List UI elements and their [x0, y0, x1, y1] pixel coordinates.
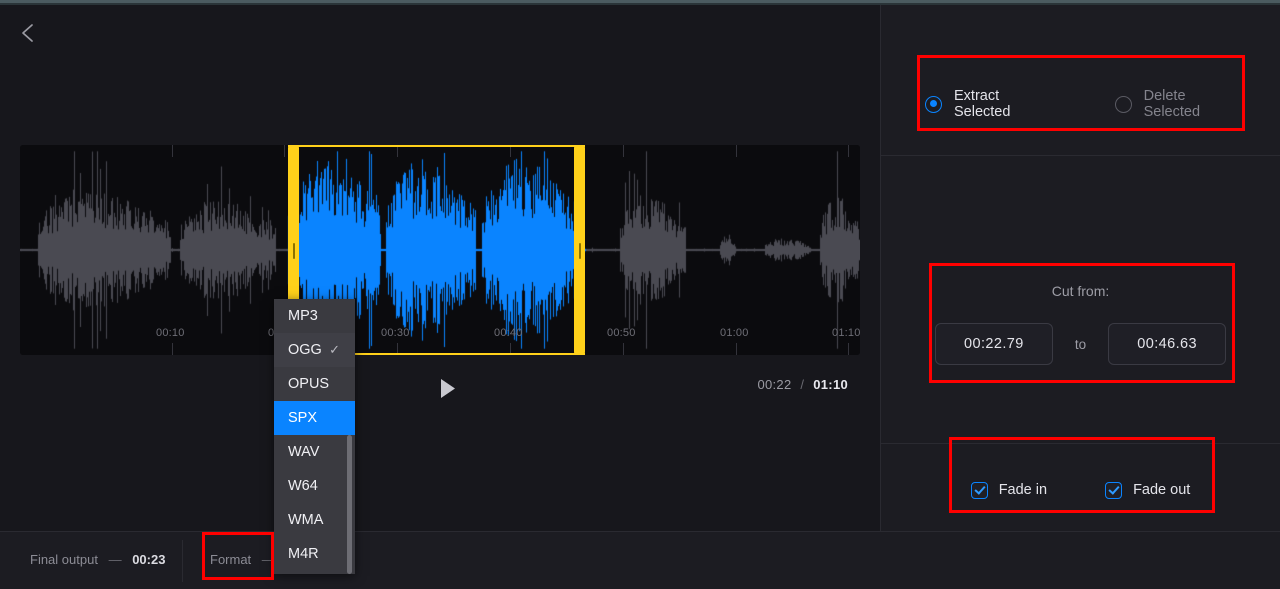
editor-pane: 00:1000:2000:3000:4000:5001:0001:10 00:2… [0, 5, 880, 531]
selection-handle-right[interactable] [574, 145, 585, 355]
cut-from-title: Cut from: [1051, 283, 1110, 299]
format-button[interactable]: Format — [210, 552, 275, 567]
radio-dot-selected-icon [925, 95, 942, 113]
play-button[interactable] [430, 371, 464, 405]
format-option-label: MP3 [288, 308, 318, 324]
ruler-tick [510, 343, 511, 355]
ruler-tick [397, 145, 398, 157]
bottom-bar-divider [182, 540, 183, 582]
ruler-tick [510, 145, 511, 157]
ruler-label: 01:10 [832, 327, 860, 339]
radio-dot-icon [1114, 95, 1132, 113]
cut-to-label: to [1074, 336, 1087, 352]
format-option-opus[interactable]: OPUS [274, 367, 355, 401]
ruler-tick [736, 343, 737, 355]
format-dropdown-menu[interactable]: MP3 OGG ✓ OPUS SPX WAV W64 WMA M4R [274, 299, 355, 574]
checkbox-fade-out-label: Fade out [1133, 482, 1191, 498]
panel-divider-1 [881, 155, 1280, 156]
bottom-bar: Final output — 00:23 Format — Export [0, 531, 1280, 589]
format-option-spx[interactable]: SPX [274, 401, 355, 435]
format-option-label: WMA [288, 512, 324, 528]
ruler-tick [397, 343, 398, 355]
ruler-label: 00:30 [381, 327, 410, 339]
ruler-tick [623, 343, 624, 355]
checkbox-checked-icon [970, 481, 988, 499]
ruler-tick [284, 145, 285, 157]
back-button[interactable] [8, 13, 48, 53]
format-option-label: SPX [288, 410, 318, 426]
radio-extract-selected[interactable]: Extract Selected [925, 88, 1059, 120]
audio-cutter-window: 00:1000:2000:3000:4000:5001:0001:10 00:2… [0, 0, 1280, 589]
total-time: 01:10 [813, 377, 848, 392]
ruler-label: 00:50 [607, 327, 636, 339]
format-option-wma[interactable]: WMA [274, 503, 355, 537]
format-dash: — [261, 552, 275, 567]
dropdown-scrollbar[interactable] [347, 435, 352, 574]
format-option-label: OGG [288, 342, 322, 358]
checkbox-fade-in[interactable]: Fade in [970, 481, 1048, 499]
ruler-tick [172, 343, 173, 355]
settings-panel: Extract Selected Delete Selected Cut fro… [880, 5, 1280, 531]
radio-extract-selected-label: Extract Selected [954, 88, 1011, 120]
ruler-tick [848, 343, 849, 355]
cut-start-input[interactable] [934, 323, 1053, 365]
format-option-label: WAV [288, 444, 320, 460]
checkbox-fade-in-label: Fade in [998, 482, 1048, 498]
checkbox-checked-icon [1105, 481, 1123, 499]
format-option-w64[interactable]: W64 [274, 469, 355, 503]
format-option-label: M4R [288, 546, 319, 562]
final-output-info: Final output — 00:23 [30, 552, 165, 567]
ruler-tick [736, 145, 737, 157]
checkmark-icon: ✓ [329, 342, 340, 357]
transport-bar: 00:22 / 01:10 [20, 367, 860, 409]
fade-options: Fade in Fade out [881, 475, 1280, 505]
format-label: Format [210, 552, 252, 567]
waveform-canvas[interactable] [20, 145, 860, 355]
ruler-label: 00:40 [494, 327, 523, 339]
final-output-dash: — [108, 552, 122, 567]
format-option-mp3[interactable]: MP3 [274, 299, 355, 333]
format-option-wav[interactable]: WAV [274, 435, 355, 469]
final-output-value: 00:23 [132, 552, 166, 567]
panel-divider-2 [881, 443, 1280, 444]
ruler-tick [848, 145, 849, 157]
format-option-m4r[interactable]: M4R [274, 537, 355, 571]
format-option-label: OPUS [288, 376, 330, 392]
time-separator: / [800, 377, 805, 392]
mode-selector: Extract Selected Delete Selected [925, 88, 1245, 120]
radio-delete-selected-label: Delete Selected [1143, 88, 1201, 120]
radio-delete-selected[interactable]: Delete Selected [1114, 88, 1245, 120]
chevron-left-icon [22, 24, 33, 42]
waveform-display[interactable]: 00:1000:2000:3000:4000:5001:0001:10 [20, 145, 860, 355]
checkbox-fade-out[interactable]: Fade out [1105, 481, 1191, 499]
ruler-tick [172, 145, 173, 157]
ruler-tick [623, 145, 624, 157]
ruler-label: 01:00 [720, 327, 749, 339]
time-readout: 00:22 / 01:10 [757, 377, 848, 392]
play-icon [440, 378, 455, 398]
format-option-ogg[interactable]: OGG ✓ [274, 333, 355, 367]
format-option-label: W64 [288, 478, 318, 494]
cut-range-fields: to [881, 323, 1280, 365]
current-time: 00:22 [757, 377, 792, 392]
cut-end-input[interactable] [1108, 323, 1227, 365]
ruler-label: 00:10 [156, 327, 185, 339]
final-output-label: Final output [30, 552, 98, 567]
